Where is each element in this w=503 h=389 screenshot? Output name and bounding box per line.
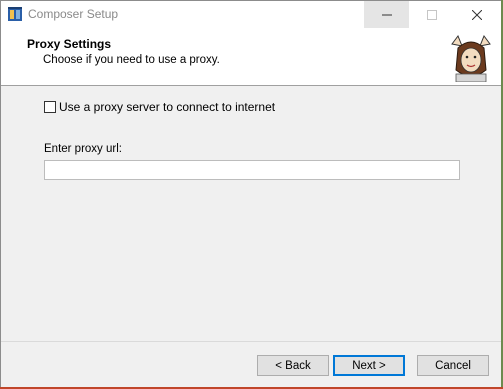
- composer-app-icon: [8, 7, 22, 21]
- close-button[interactable]: [454, 1, 499, 28]
- maximize-button[interactable]: [409, 1, 454, 28]
- composer-mascot-icon: [451, 34, 491, 82]
- setup-window: Composer Setup Proxy Settings Choose if …: [0, 0, 503, 389]
- next-button[interactable]: Next >: [333, 355, 405, 376]
- use-proxy-option[interactable]: Use a proxy server to connect to interne…: [44, 100, 275, 114]
- page-subtitle: Choose if you need to use a proxy.: [43, 54, 220, 66]
- wizard-header: Proxy Settings Choose if you need to use…: [1, 28, 502, 86]
- minimize-icon: [381, 14, 392, 15]
- proxy-url-input[interactable]: [44, 160, 460, 180]
- footer-divider: [1, 341, 502, 342]
- use-proxy-label: Use a proxy server to connect to interne…: [59, 100, 276, 114]
- title-bar[interactable]: Composer Setup: [1, 1, 502, 28]
- proxy-url-label: Enter proxy url:: [44, 143, 122, 155]
- use-proxy-checkbox[interactable]: [44, 101, 56, 113]
- back-button[interactable]: < Back: [257, 355, 329, 376]
- window-title: Composer Setup: [28, 7, 119, 21]
- page-title: Proxy Settings: [27, 37, 112, 51]
- maximize-icon: [426, 9, 437, 20]
- close-icon: [471, 9, 482, 20]
- cancel-button[interactable]: Cancel: [417, 355, 489, 376]
- minimize-button[interactable]: [364, 1, 409, 28]
